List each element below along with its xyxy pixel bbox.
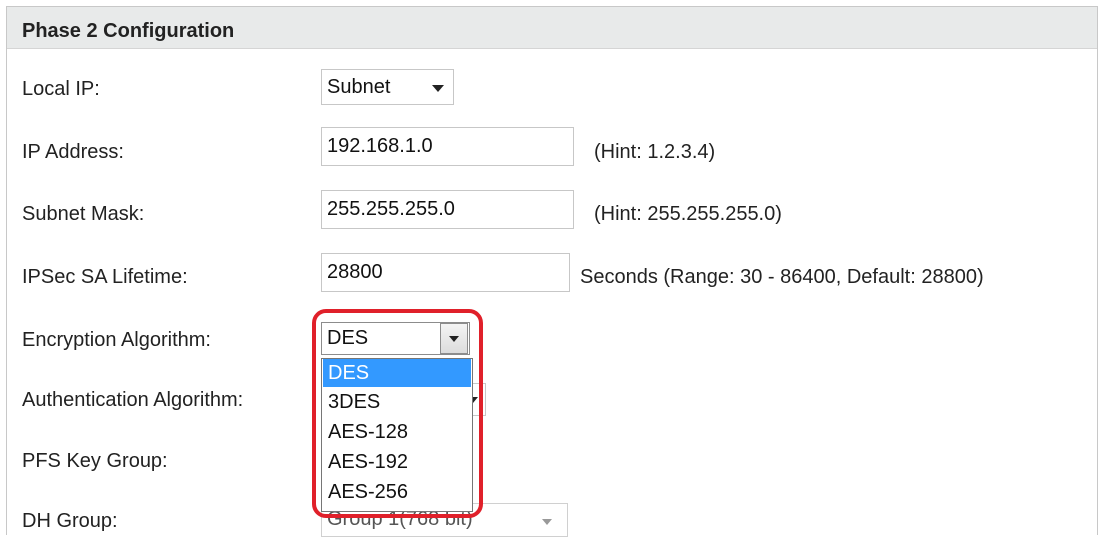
local-ip-label: Local IP: xyxy=(22,78,100,100)
highlight-annotation xyxy=(312,309,483,518)
ipsec-lifetime-label: IPSec SA Lifetime: xyxy=(22,266,188,288)
pfs-key-group-label: PFS Key Group: xyxy=(22,450,168,472)
subnet-mask-label: Subnet Mask: xyxy=(22,203,145,225)
section-title: Phase 2 Configuration xyxy=(22,20,235,42)
ip-address-input[interactable]: 192.168.1.0 xyxy=(321,127,574,166)
chevron-down-icon xyxy=(542,519,552,525)
ipsec-lifetime-hint: Seconds (Range: 30 - 86400, Default: 288… xyxy=(580,266,984,288)
local-ip-select[interactable]: Subnet xyxy=(321,69,454,105)
chevron-down-icon xyxy=(432,85,444,92)
subnet-mask-hint: (Hint: 255.255.255.0) xyxy=(594,203,782,225)
encryption-label: Encryption Algorithm: xyxy=(22,329,211,351)
subnet-mask-input[interactable]: 255.255.255.0 xyxy=(321,190,574,229)
section-header: Phase 2 Configuration xyxy=(7,7,1097,49)
dh-group-label: DH Group: xyxy=(22,510,118,532)
ipsec-lifetime-input[interactable]: 28800 xyxy=(321,253,570,292)
ip-address-label: IP Address: xyxy=(22,141,124,163)
local-ip-value: Subnet xyxy=(327,76,391,98)
authentication-label: Authentication Algorithm: xyxy=(22,389,244,411)
ip-address-hint: (Hint: 1.2.3.4) xyxy=(594,141,716,163)
